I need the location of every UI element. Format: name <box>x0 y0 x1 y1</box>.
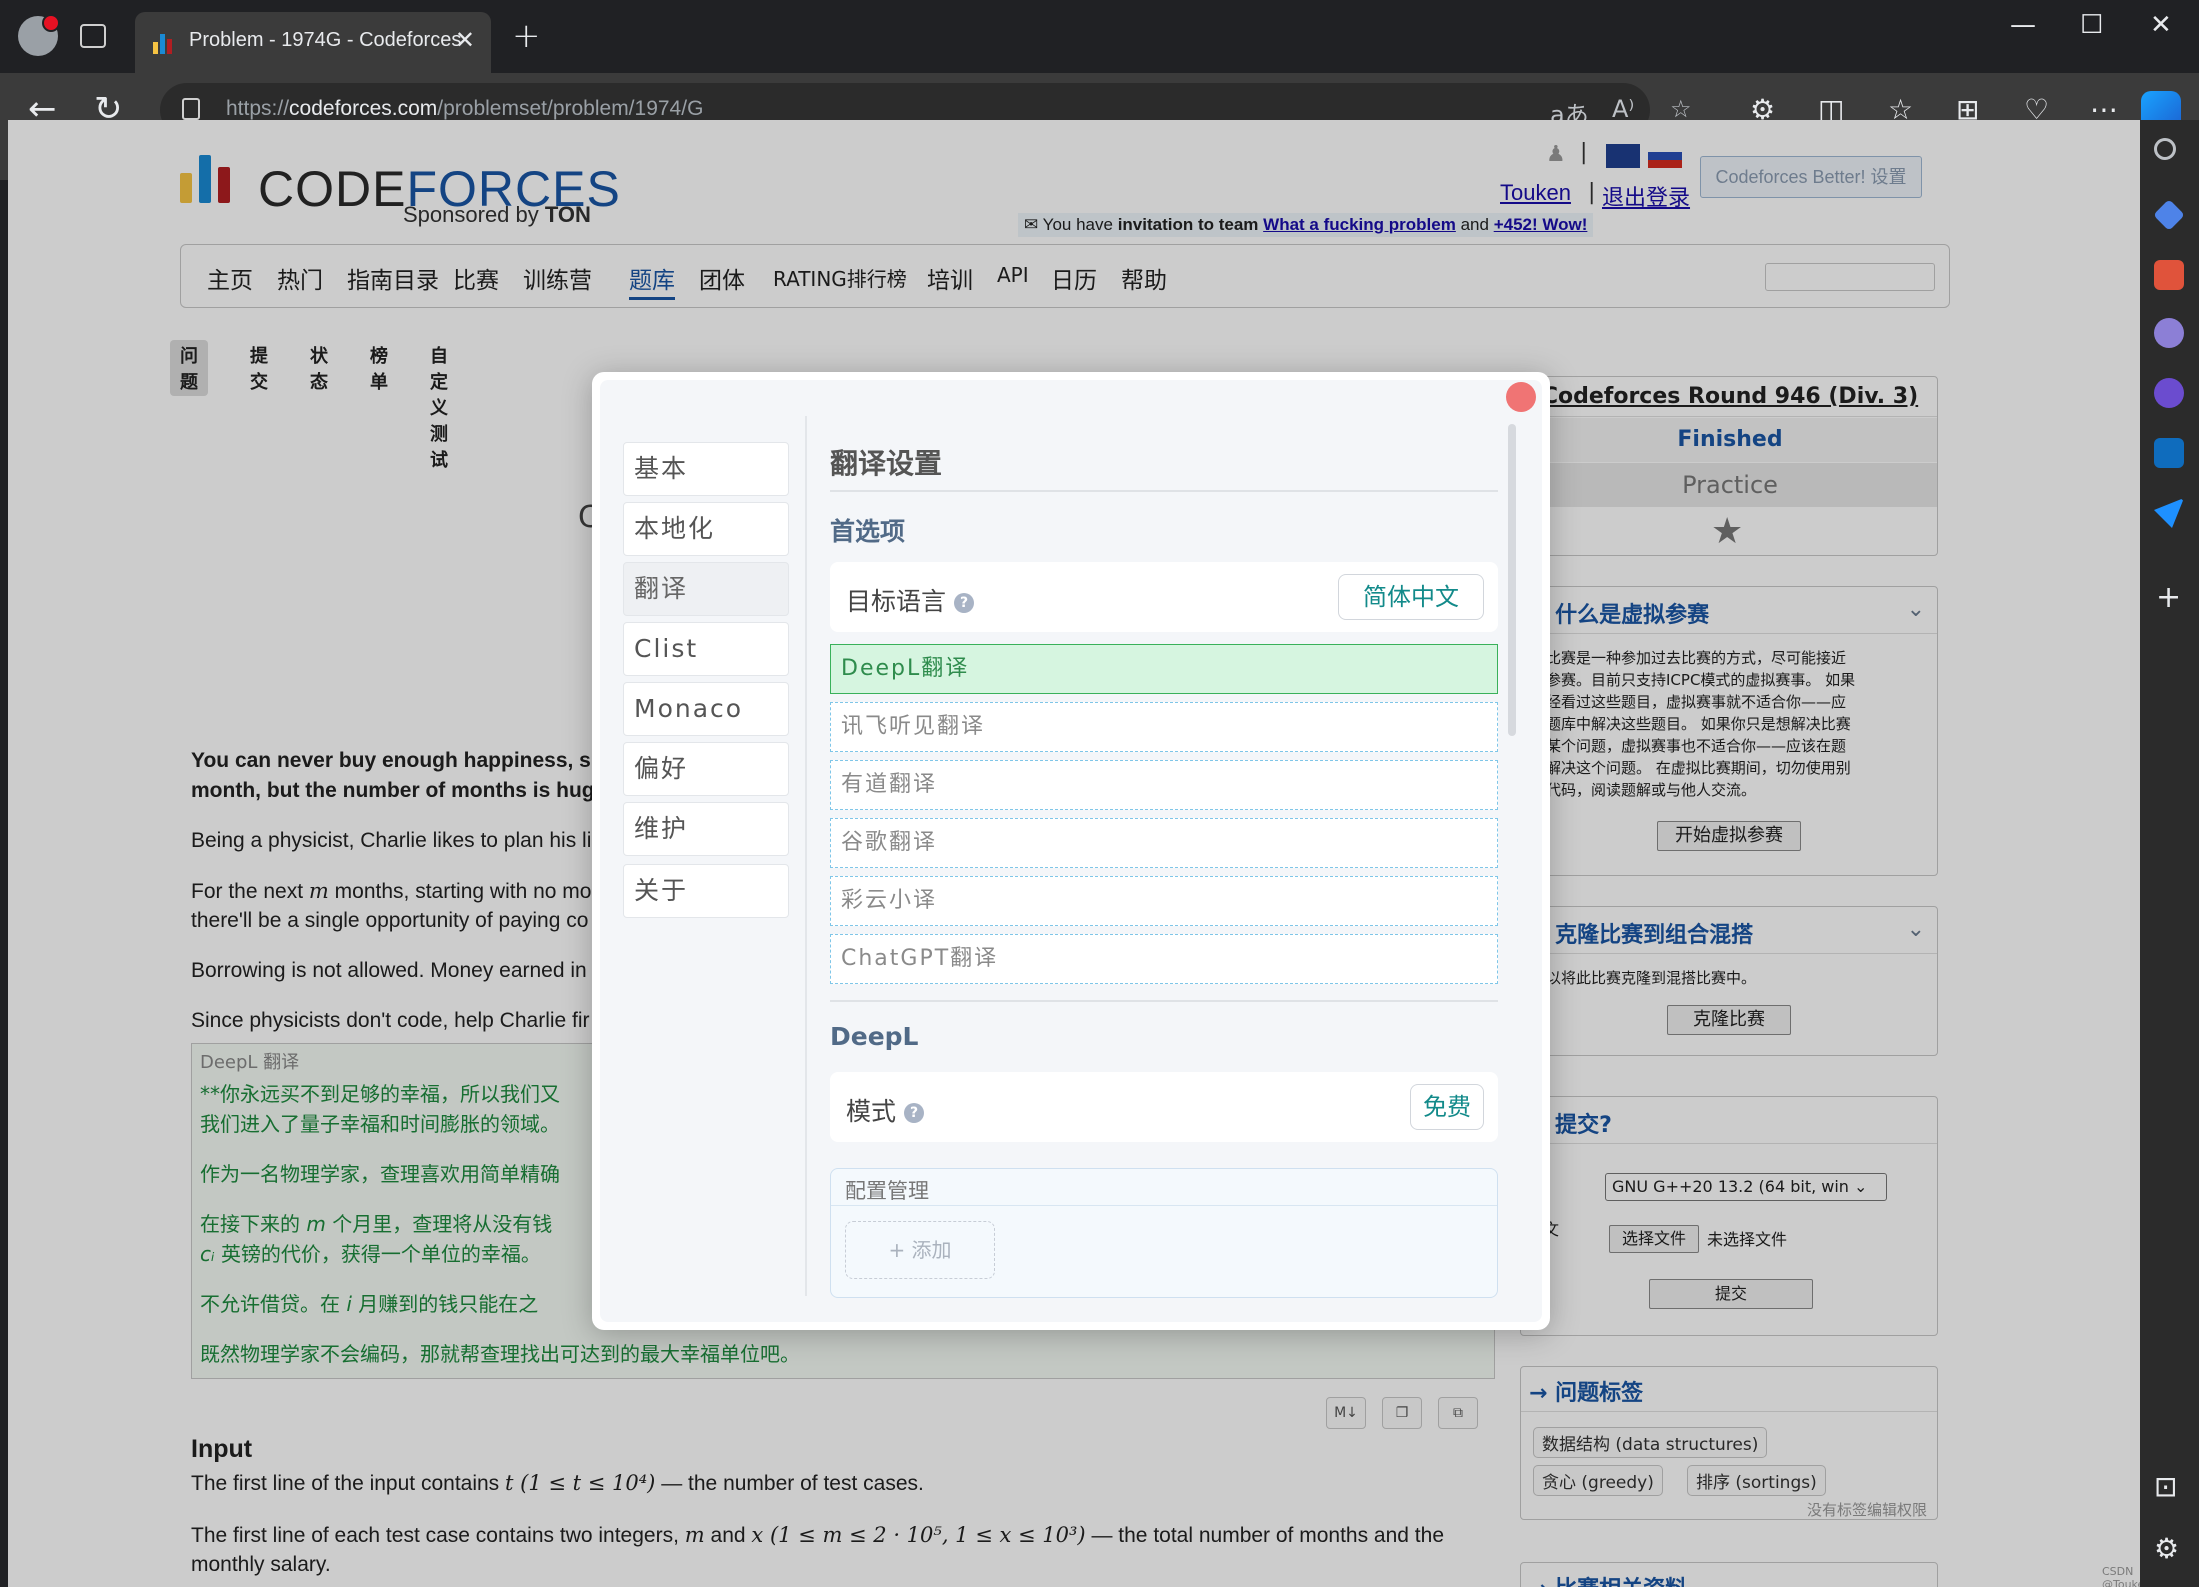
deepl-mode-row: 模式? 免费 <box>830 1072 1498 1142</box>
service-deepl[interactable]: DeepL翻译 <box>830 644 1498 694</box>
browser-tab-active[interactable]: Problem - 1974G - Codeforces ✕ <box>135 12 491 73</box>
profile-avatar-icon[interactable] <box>18 14 60 56</box>
sidebar-send-icon[interactable] <box>2154 498 2184 528</box>
sidebar-outlook-icon[interactable] <box>2154 438 2184 468</box>
modal-close-button[interactable] <box>1506 382 1536 412</box>
tab-title: Problem - 1974G - Codeforces <box>189 29 462 51</box>
target-language-label: 目标语言? <box>846 582 975 618</box>
service-iflyrec[interactable]: 讯飞听见翻译 <box>830 702 1498 752</box>
sidebar-screenshot-icon[interactable]: ⊡ <box>2154 1470 2177 1503</box>
settings-scrollbar[interactable] <box>1508 424 1516 736</box>
lock-icon[interactable] <box>182 98 200 120</box>
deepl-mode-select[interactable]: 免费 <box>1410 1084 1484 1130</box>
service-caiyun[interactable]: 彩云小译 <box>830 876 1498 926</box>
target-language-row: 目标语言? 简体中文 <box>830 562 1498 632</box>
title-divider <box>830 490 1498 492</box>
settings-nav-maintenance[interactable]: 维护 <box>623 802 789 856</box>
sidebar-add-icon[interactable]: + <box>2156 580 2181 615</box>
add-config-button[interactable]: + 添加 <box>845 1221 995 1279</box>
tab-actions-icon[interactable] <box>80 24 106 48</box>
browser-titlebar: Problem - 1974G - Codeforces ✕ + — ☐ ✕ <box>0 0 2199 73</box>
help-question-icon[interactable]: ? <box>904 1103 925 1123</box>
url-text[interactable]: https://codeforces.com/problemset/proble… <box>226 97 703 121</box>
edge-sidebar: + ⊡ ⚙ <box>2140 120 2199 1587</box>
sidebar-settings-gear-icon[interactable]: ⚙ <box>2154 1532 2179 1565</box>
settings-panel: 基本 本地化 翻译 Clist Monaco 偏好 维护 关于 翻译设置 首选项… <box>600 380 1542 1322</box>
settings-nav-about[interactable]: 关于 <box>623 864 789 918</box>
favorite-star-icon[interactable]: ☆ <box>1670 95 1692 123</box>
config-management-panel: 配置管理 + 添加 <box>830 1168 1498 1298</box>
settings-nav-preference[interactable]: 偏好 <box>623 742 789 796</box>
sidebar-copilot-icon[interactable] <box>2154 378 2184 408</box>
new-tab-button[interactable]: + <box>512 16 541 56</box>
config-management-label: 配置管理 <box>845 1179 929 1203</box>
sidebar-people-icon[interactable] <box>2154 318 2184 348</box>
settings-nav-basic[interactable]: 基本 <box>623 442 789 496</box>
settings-nav-clist[interactable]: Clist <box>623 622 789 676</box>
service-google[interactable]: 谷歌翻译 <box>830 818 1498 868</box>
help-question-icon[interactable]: ? <box>954 593 975 613</box>
settings-nav-localization[interactable]: 本地化 <box>623 502 789 556</box>
settings-divider <box>805 416 807 1296</box>
cfbetter-settings-modal: 基本 本地化 翻译 Clist Monaco 偏好 维护 关于 翻译设置 首选项… <box>592 372 1550 1330</box>
tab-close-icon[interactable]: ✕ <box>455 26 475 54</box>
codeforces-favicon-icon <box>153 34 173 54</box>
window-close-button[interactable]: ✕ <box>2150 10 2172 40</box>
service-youdao[interactable]: 有道翻译 <box>830 760 1498 810</box>
section-divider <box>830 1000 1498 1002</box>
settings-nav-translation[interactable]: 翻译 <box>623 562 789 616</box>
settings-nav-monaco[interactable]: Monaco <box>623 682 789 736</box>
sidebar-search-icon[interactable] <box>2154 138 2176 160</box>
service-chatgpt[interactable]: ChatGPT翻译 <box>830 934 1498 984</box>
window-maximize-button[interactable]: ☐ <box>2080 10 2103 40</box>
window-minimize-button[interactable]: — <box>2010 10 2036 40</box>
sidebar-toolbox-icon[interactable] <box>2154 260 2184 290</box>
config-divider <box>831 1205 1497 1206</box>
deepl-heading: DeepL <box>830 1022 919 1051</box>
deepl-mode-label: 模式? <box>846 1092 925 1128</box>
target-language-select[interactable]: 简体中文 <box>1338 574 1484 620</box>
translation-settings-title: 翻译设置 <box>830 447 943 480</box>
sidebar-tag-icon[interactable] <box>2153 199 2185 231</box>
read-aloud-icon[interactable]: A⁾ <box>1612 95 1634 123</box>
preferences-heading: 首选项 <box>830 517 906 546</box>
